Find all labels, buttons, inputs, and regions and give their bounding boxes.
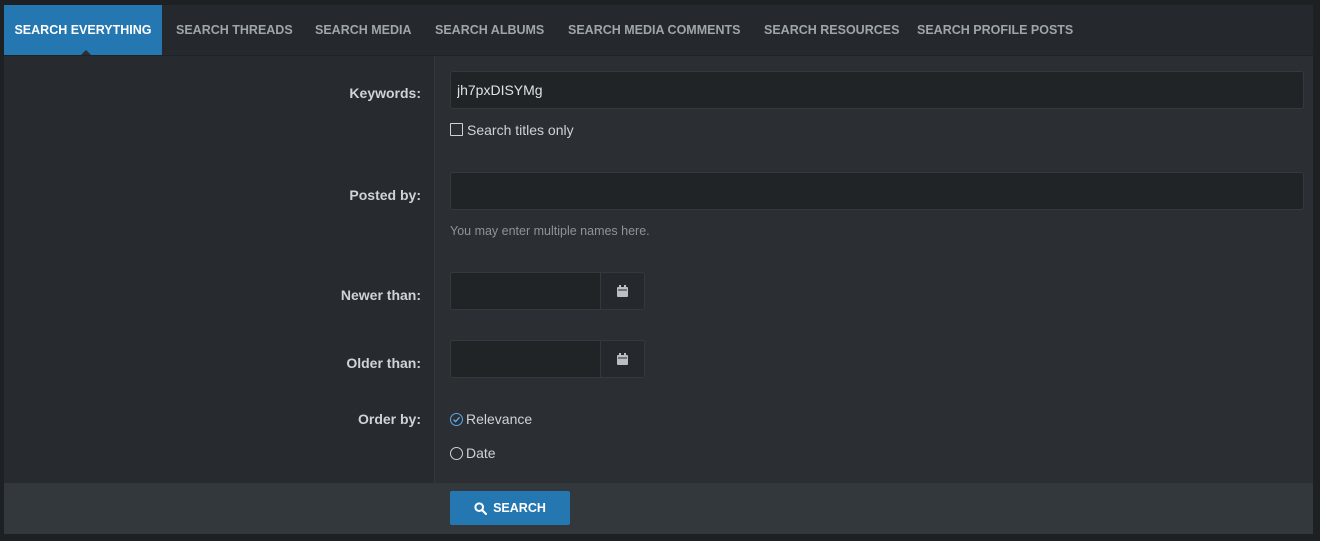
tab-search-albums[interactable]: SEARCH ALBUMS bbox=[435, 5, 544, 55]
tab-search-everything[interactable]: SEARCH EVERYTHING bbox=[4, 5, 162, 55]
posted-by-hint: You may enter multiple names here. bbox=[450, 224, 650, 238]
newer-than-calendar-button[interactable] bbox=[601, 272, 645, 310]
calendar-icon bbox=[617, 353, 628, 365]
order-date-radio[interactable]: Date bbox=[450, 445, 496, 461]
newer-than-label: Newer than: bbox=[340, 287, 421, 303]
older-than-label: Older than: bbox=[346, 355, 421, 371]
order-by-label: Order by: bbox=[357, 411, 421, 427]
tab-search-resources[interactable]: SEARCH RESOURCES bbox=[764, 5, 899, 55]
keywords-input[interactable] bbox=[450, 71, 1304, 109]
posted-by-label: Posted by: bbox=[349, 187, 421, 203]
newer-than-input[interactable] bbox=[450, 272, 601, 310]
tab-search-media-comments[interactable]: SEARCH MEDIA COMMENTS bbox=[568, 5, 740, 55]
calendar-icon bbox=[617, 285, 628, 297]
form-footer: SEARCH bbox=[4, 483, 1313, 534]
search-button[interactable]: SEARCH bbox=[450, 491, 570, 525]
checkbox-box[interactable] bbox=[450, 123, 463, 136]
relevance-label: Relevance bbox=[466, 411, 533, 427]
keywords-label: Keywords: bbox=[349, 85, 421, 101]
search-panel: SEARCH EVERYTHING SEARCH THREADS SEARCH … bbox=[4, 5, 1313, 534]
search-titles-only-label: Search titles only bbox=[467, 122, 574, 138]
posted-by-input[interactable] bbox=[450, 172, 1304, 210]
check-icon[interactable] bbox=[450, 413, 463, 426]
order-relevance-radio[interactable]: Relevance bbox=[450, 411, 532, 427]
radio-circle[interactable] bbox=[450, 447, 463, 460]
tab-search-profile-posts[interactable]: SEARCH PROFILE POSTS bbox=[917, 5, 1073, 55]
search-button-label: SEARCH bbox=[493, 501, 546, 515]
search-icon bbox=[474, 501, 488, 515]
older-than-calendar-button[interactable] bbox=[601, 340, 645, 378]
tab-search-threads[interactable]: SEARCH THREADS bbox=[176, 5, 293, 55]
older-than-input[interactable] bbox=[450, 340, 601, 378]
search-titles-only-checkbox[interactable]: Search titles only bbox=[450, 122, 574, 138]
tab-search-media[interactable]: SEARCH MEDIA bbox=[315, 5, 412, 55]
date-label: Date bbox=[466, 445, 496, 461]
search-tabs: SEARCH EVERYTHING SEARCH THREADS SEARCH … bbox=[4, 5, 1313, 56]
